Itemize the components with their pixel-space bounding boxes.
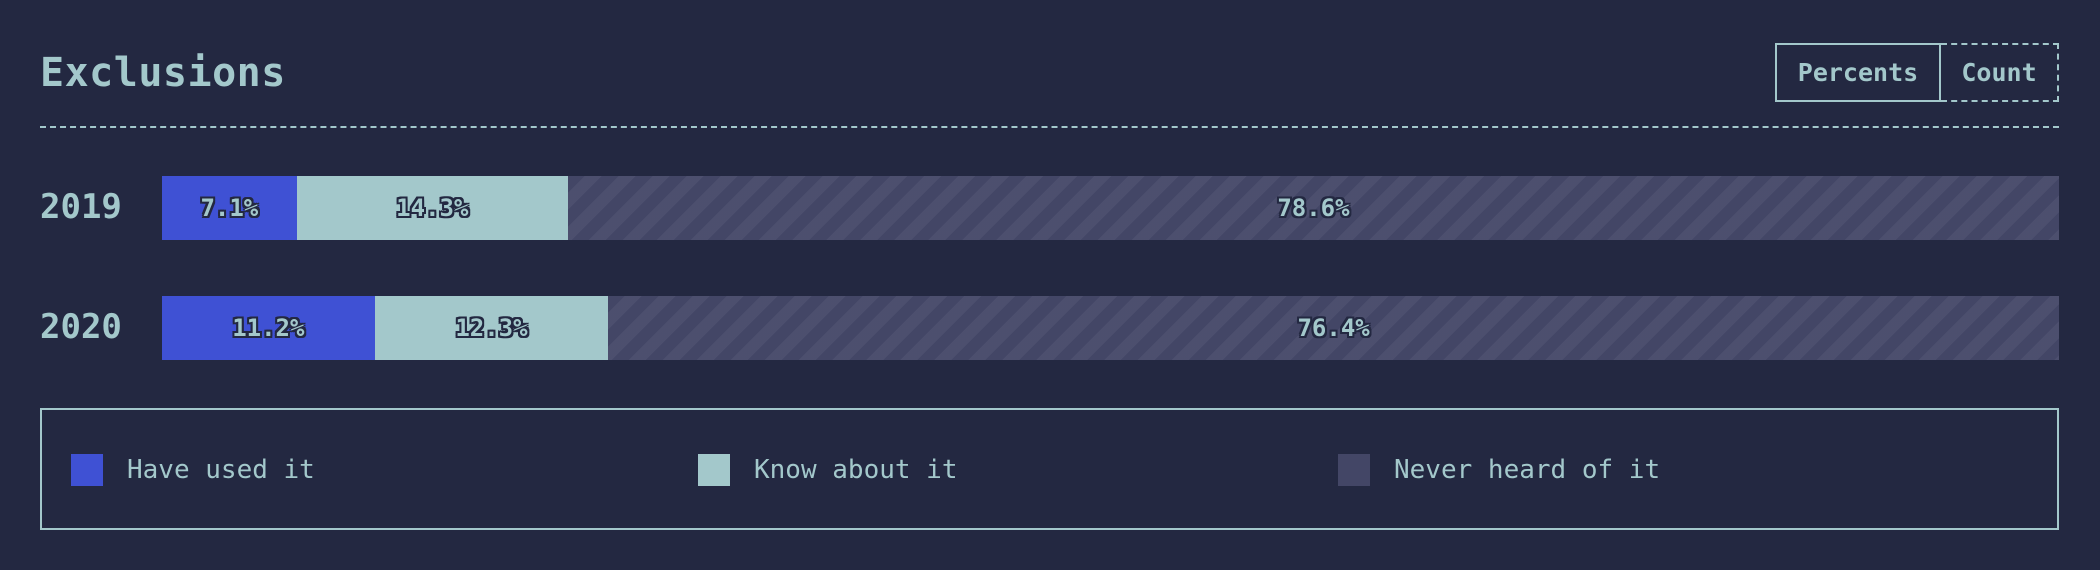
bar-row-2020: 11.2% 12.3% 76.4%	[162, 296, 2059, 360]
percents-button[interactable]: Percents	[1775, 43, 1941, 102]
data-label-2019-never-heard-of-it: 78.6%	[1277, 194, 1350, 222]
bar-segment-2020-have-used-it: 11.2%	[162, 296, 375, 360]
bar-row-2019: 7.1% 14.3% 78.6%	[162, 176, 2059, 240]
legend-label-never-heard-of-it: Never heard of it	[1394, 455, 1661, 485]
data-label-2019-have-used-it: 7.1%	[200, 194, 259, 222]
count-button[interactable]: Count	[1941, 43, 2059, 102]
bar-segment-2019-never-heard-of-it: 78.6%	[567, 176, 2059, 240]
legend: Have used it Know about it Never heard o…	[40, 408, 2059, 530]
legend-item-know-about-it: Know about it	[698, 454, 958, 486]
bar-segment-2020-know-about-it: 12.3%	[374, 296, 609, 360]
legend-item-never-heard-of-it: Never heard of it	[1338, 454, 1660, 486]
swatch-know-about-it	[698, 454, 730, 486]
data-label-2020-never-heard-of-it: 76.4%	[1297, 314, 1370, 342]
legend-label-know-about-it: Know about it	[754, 455, 958, 485]
legend-item-have-used-it: Have used it	[71, 454, 315, 486]
data-label-2019-know-about-it: 14.3%	[396, 194, 469, 222]
bar-segment-2019-have-used-it: 7.1%	[162, 176, 297, 240]
bar-segment-2020-never-heard-of-it: 76.4%	[608, 296, 2059, 360]
legend-label-have-used-it: Have used it	[127, 455, 315, 485]
bar-segment-2019-know-about-it: 14.3%	[296, 176, 568, 240]
unit-toggle: Percents Count	[1775, 43, 2059, 102]
row-label-2020: 2020	[40, 307, 122, 347]
header-divider	[40, 126, 2059, 128]
chart-title: Exclusions	[40, 50, 286, 96]
swatch-have-used-it	[71, 454, 103, 486]
swatch-never-heard-of-it	[1338, 454, 1370, 486]
data-label-2020-have-used-it: 11.2%	[232, 314, 305, 342]
row-label-2019: 2019	[40, 187, 122, 227]
data-label-2020-know-about-it: 12.3%	[455, 314, 528, 342]
